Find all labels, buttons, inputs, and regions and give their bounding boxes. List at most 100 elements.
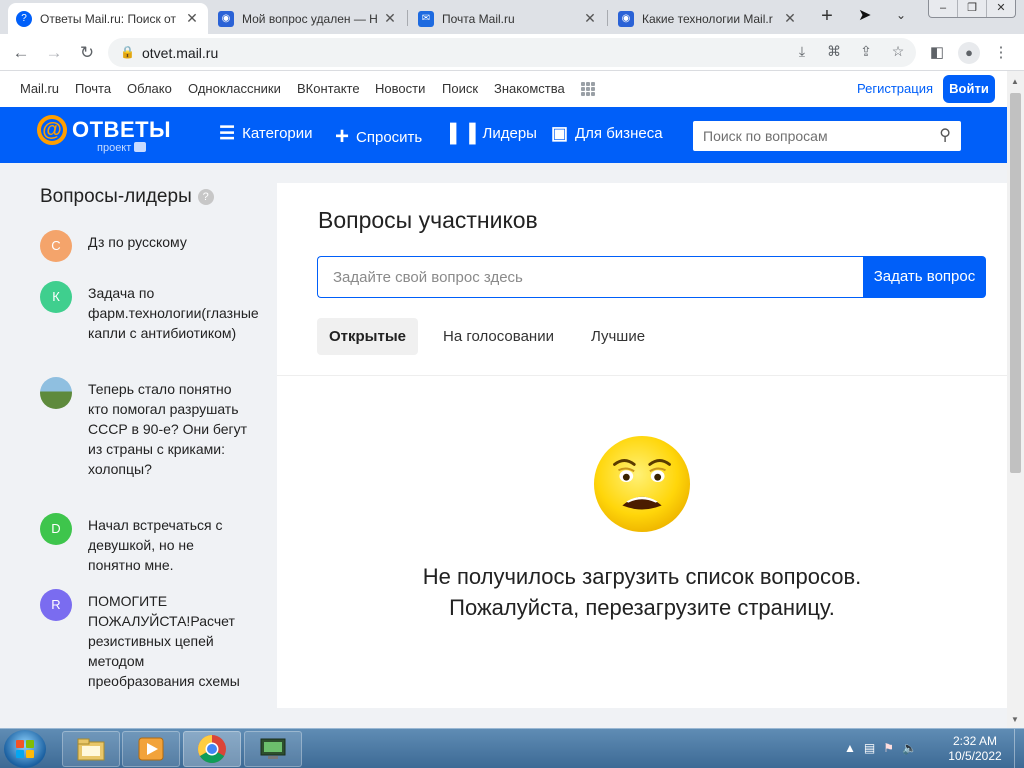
- taskbar-app-button[interactable]: [244, 731, 302, 767]
- leader-question-text[interactable]: Задача по фарм.технологии(глазные капли …: [88, 283, 259, 343]
- tab-best[interactable]: Лучшие: [579, 318, 657, 355]
- browser-toolbar: ← → ↻ 🔒 otvet.mail.ru ⤓ ⌘ ⇪ ☆ ◧ ● ⋮: [0, 34, 1024, 71]
- portal-link-vkontakte[interactable]: ВКонтакте: [297, 81, 360, 96]
- close-window-button[interactable]: ✕: [986, 0, 1015, 17]
- bar-chart-icon: ▌▐: [450, 123, 476, 143]
- translate-icon[interactable]: ⌘: [824, 43, 844, 60]
- scroll-down-arrow-icon[interactable]: ▼: [1011, 715, 1019, 724]
- nav-label: Категории: [242, 125, 313, 142]
- chrome-icon: [198, 735, 226, 763]
- avatar[interactable]: R: [40, 589, 72, 621]
- browser-tab-strip: ? Ответы Mail.ru: Поиск от ✕ ◉ Мой вопро…: [0, 0, 1024, 34]
- menu-kebab-icon[interactable]: ⋮: [990, 42, 1012, 64]
- avatar[interactable]: [40, 377, 72, 409]
- tab-question-deleted[interactable]: ◉ Мой вопрос удален — Н ✕: [210, 3, 406, 34]
- portal-link-poisk[interactable]: Поиск: [442, 81, 478, 96]
- tab-search-chevron-icon[interactable]: ⌄: [896, 8, 906, 22]
- volume-icon[interactable]: 🔈: [902, 741, 917, 755]
- address-bar[interactable]: 🔒 otvet.mail.ru ⤓ ⌘ ⇪ ☆: [108, 38, 916, 67]
- new-tab-button[interactable]: +: [816, 6, 838, 28]
- leader-question-item[interactable]: D Начал встречаться с девушкой, но не по…: [40, 513, 260, 575]
- reload-icon[interactable]: ↻: [76, 42, 98, 64]
- page-title: Вопросы участников: [318, 207, 538, 233]
- portal-link-pochta[interactable]: Почта: [75, 81, 111, 96]
- side-panel-icon[interactable]: ◧: [926, 42, 948, 64]
- site-header: @ ОТВЕТЫ проект ☰ Категории + Спросить ▌…: [0, 107, 1007, 163]
- search-icon[interactable]: ⚲: [939, 125, 951, 145]
- login-button[interactable]: Войти: [943, 75, 995, 103]
- back-arrow-icon[interactable]: ←: [10, 42, 32, 64]
- apps-grid-icon[interactable]: [581, 82, 595, 96]
- avatar[interactable]: D: [40, 513, 72, 545]
- site-logo[interactable]: ОТВЕТЫ: [72, 117, 171, 143]
- taskbar-clock[interactable]: 2:32 AM 10/5/2022: [940, 734, 1010, 764]
- show-desktop-button[interactable]: [1014, 729, 1024, 768]
- share-icon[interactable]: ⇪: [856, 43, 876, 60]
- minimize-button[interactable]: –: [929, 0, 957, 17]
- show-hidden-icons-icon[interactable]: ▲: [844, 741, 856, 755]
- help-question-icon[interactable]: ?: [197, 189, 214, 205]
- logo-subtitle-text: проект: [97, 142, 132, 154]
- list-icon: ☰: [219, 123, 236, 143]
- portal-link-znakomstva[interactable]: Знакомства: [494, 81, 565, 96]
- nav-business[interactable]: ▣ Для бизнеса: [551, 123, 663, 144]
- close-icon[interactable]: ✕: [184, 10, 200, 27]
- action-center-flag-icon[interactable]: ⚑: [883, 741, 894, 755]
- portal-link-mailru[interactable]: Mail.ru: [20, 81, 59, 96]
- divider: [277, 375, 1007, 376]
- portal-link-oblako[interactable]: Облако: [127, 81, 172, 96]
- bookmark-star-icon[interactable]: ☆: [888, 43, 908, 60]
- restore-button[interactable]: ❐: [957, 0, 986, 17]
- leader-question-item[interactable]: С Дз по русскому: [40, 230, 260, 262]
- lock-icon[interactable]: 🔒: [120, 45, 135, 59]
- tab-voting[interactable]: На голосовании: [431, 318, 566, 355]
- scrollbar-thumb[interactable]: [1010, 93, 1021, 473]
- close-icon[interactable]: ✕: [582, 10, 598, 27]
- ask-question-button[interactable]: Задать вопрос: [863, 256, 986, 298]
- profile-avatar-icon[interactable]: ●: [958, 42, 980, 64]
- otvety-icon: ◉: [218, 10, 234, 27]
- error-line-1: Не получилось загрузить список вопросов.: [422, 564, 862, 589]
- taskbar-chrome-button[interactable]: [183, 731, 241, 767]
- nav-label: Для бизнеса: [575, 125, 663, 142]
- tab-otvety-search[interactable]: ? Ответы Mail.ru: Поиск от ✕: [8, 3, 208, 34]
- error-message: Не получилось загрузить список вопросов.…: [317, 561, 967, 623]
- start-button[interactable]: [4, 730, 46, 768]
- install-app-icon[interactable]: ⤓: [792, 43, 812, 60]
- forward-arrow-icon[interactable]: →: [43, 42, 65, 64]
- taskbar-explorer-button[interactable]: [62, 731, 120, 767]
- nav-leaders[interactable]: ▌▐ Лидеры: [450, 123, 537, 144]
- tab-title: Какие технологии Mail.r: [642, 11, 773, 26]
- leader-question-text[interactable]: Дз по русскому: [88, 232, 248, 262]
- tab-open[interactable]: Открытые: [317, 318, 418, 355]
- clock-time: 2:32 AM: [952, 734, 998, 748]
- page-scrollbar[interactable]: ▲ ▼: [1007, 71, 1024, 728]
- leader-question-item[interactable]: R ПОМОГИТЕ ПОЖАЛУЙСТА!Расчет резистивных…: [40, 589, 260, 691]
- tab-separator: [407, 10, 408, 26]
- leader-question-text[interactable]: Теперь стало понятно кто помогал разруша…: [88, 379, 248, 479]
- network-icon[interactable]: ▤: [864, 741, 875, 755]
- avatar[interactable]: К: [40, 281, 72, 313]
- close-icon[interactable]: ✕: [382, 10, 398, 27]
- portal-link-odnoklassniki[interactable]: Одноклассники: [188, 81, 281, 96]
- leader-question-text[interactable]: Начал встречаться с девушкой, но не поня…: [88, 515, 248, 575]
- logo-subtitle: проект: [97, 142, 147, 154]
- leader-question-item[interactable]: Теперь стало понятно кто помогал разруша…: [40, 377, 260, 479]
- portal-link-novosti[interactable]: Новости: [375, 81, 425, 96]
- nav-label: Лидеры: [482, 125, 537, 142]
- avatar[interactable]: С: [40, 230, 72, 262]
- ask-question-input[interactable]: [318, 257, 864, 297]
- otvety-logo-icon[interactable]: @: [37, 115, 67, 145]
- scroll-up-arrow-icon[interactable]: ▲: [1011, 77, 1019, 86]
- tab-technologies[interactable]: ◉ Какие технологии Mail.r ✕: [610, 3, 806, 34]
- register-link[interactable]: Регистрация: [857, 81, 933, 96]
- taskbar-media-player-button[interactable]: [122, 731, 180, 767]
- nav-ask[interactable]: + Спросить: [335, 123, 422, 151]
- tab-separator: [607, 10, 608, 26]
- leader-question-item[interactable]: К Задача по фарм.технологии(глазные капл…: [40, 281, 260, 343]
- nav-categories[interactable]: ☰ Категории: [219, 123, 313, 144]
- tab-mail[interactable]: ✉ Почта Mail.ru ✕: [410, 3, 606, 34]
- search-input[interactable]: [693, 121, 923, 151]
- leader-question-text[interactable]: ПОМОГИТЕ ПОЖАЛУЙСТА!Расчет резистивных ц…: [88, 591, 248, 691]
- close-icon[interactable]: ✕: [782, 10, 798, 27]
